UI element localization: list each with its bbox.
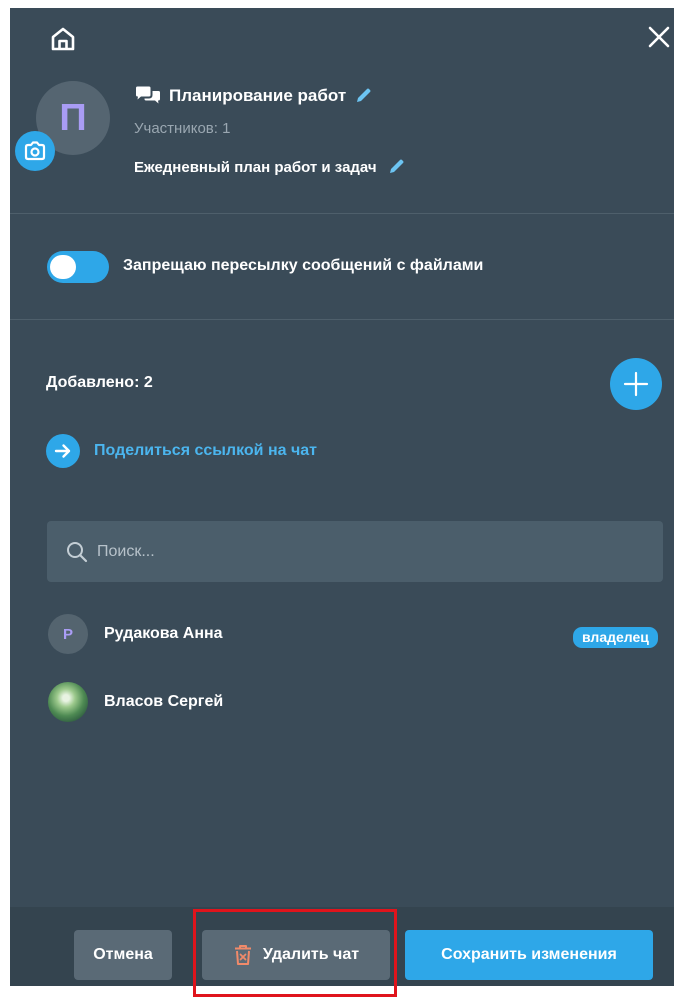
- cancel-button[interactable]: Отмена: [74, 930, 172, 980]
- chat-settings-panel: П Планирование работ Участников: 1 Ежедн…: [10, 8, 674, 986]
- close-button[interactable]: [646, 24, 672, 50]
- forward-restriction-toggle[interactable]: [47, 251, 109, 283]
- chat-description: Ежедневный план работ и задач: [134, 158, 377, 176]
- member-name: Власов Сергей: [104, 693, 224, 710]
- member-row[interactable]: Власов Сергей: [48, 682, 223, 722]
- add-member-button[interactable]: [610, 358, 662, 410]
- member-row[interactable]: Р Рудакова Анна: [48, 614, 223, 654]
- avatar: Р: [48, 614, 88, 654]
- trash-icon: [234, 945, 251, 965]
- share-icon-circle: [46, 434, 80, 468]
- delete-chat-button[interactable]: Удалить чат: [202, 930, 390, 980]
- plus-icon: [623, 371, 649, 397]
- divider: [10, 213, 674, 214]
- change-photo-button[interactable]: [15, 131, 55, 171]
- chat-title: Планирование работ: [169, 86, 347, 105]
- edit-description-pencil-icon[interactable]: [387, 158, 405, 176]
- avatar: [48, 682, 88, 722]
- chat-description-row: Ежедневный план работ и задач: [134, 158, 405, 176]
- chat-avatar-letter: П: [59, 96, 87, 139]
- share-link-button[interactable]: Поделиться ссылкой на чат: [46, 434, 317, 468]
- members-count: Участников: 1: [134, 120, 231, 137]
- save-changes-label: Сохранить изменения: [441, 946, 617, 963]
- member-search: [47, 521, 663, 582]
- added-count: Добавлено: 2: [46, 374, 153, 391]
- avatar-letter: Р: [62, 625, 73, 643]
- chat-title-row: Планирование работ: [135, 86, 372, 106]
- search-input[interactable]: [95, 541, 639, 562]
- close-icon: [648, 26, 670, 48]
- toggle-knob: [50, 255, 76, 279]
- forward-restriction-label: Запрещаю пересылку сообщений с файлами: [123, 257, 484, 274]
- chat-bubbles-icon: [136, 86, 160, 104]
- search-icon: [65, 540, 89, 564]
- share-link-label: Поделиться ссылкой на чат: [94, 442, 317, 459]
- delete-chat-label: Удалить чат: [262, 946, 360, 963]
- camera-icon: [24, 141, 46, 161]
- owner-badge: владелец: [573, 627, 658, 648]
- member-name: Рудакова Анна: [104, 625, 223, 642]
- home-icon: [51, 27, 75, 51]
- edit-title-pencil-icon[interactable]: [354, 87, 372, 105]
- save-changes-button[interactable]: Сохранить изменения: [405, 930, 653, 980]
- home-button[interactable]: [50, 26, 76, 52]
- arrow-right-icon: [54, 444, 71, 458]
- divider: [10, 319, 674, 320]
- cancel-label: Отмена: [93, 946, 153, 963]
